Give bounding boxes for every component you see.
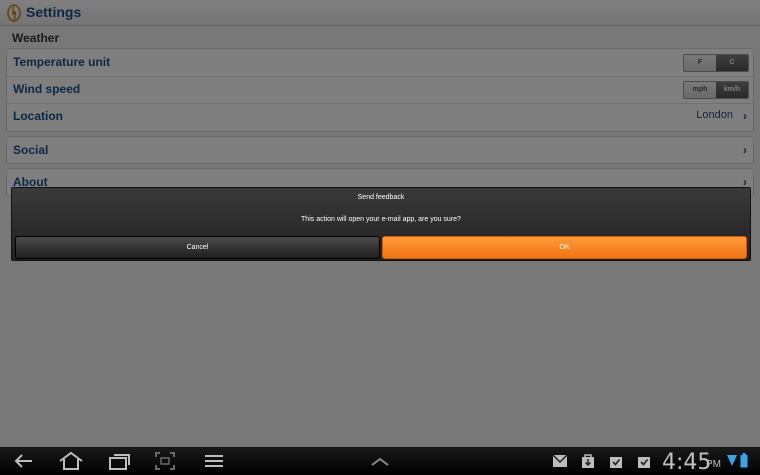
send-feedback-dialog: Send feedback This action will open your… (11, 187, 751, 261)
dialog-title: Send feedback (357, 194, 405, 201)
status-ampm: PM (706, 459, 721, 470)
recent-apps-icon[interactable] (108, 451, 132, 471)
download-complete-icon[interactable] (608, 453, 624, 469)
menu-icon[interactable] (203, 451, 225, 471)
wifi-icon (727, 455, 737, 466)
system-bar: 4:45 PM (0, 447, 760, 475)
cancel-button[interactable]: Cancel (15, 236, 380, 259)
battery-icon (740, 453, 748, 468)
home-icon[interactable] (58, 451, 84, 471)
market-update-icon[interactable] (580, 453, 596, 469)
status-clock[interactable]: 4:45 (662, 450, 711, 475)
dialog-message: This action will open your e-mail app, a… (301, 216, 461, 223)
chevron-up-icon[interactable] (369, 451, 391, 471)
ok-button[interactable]: OK (382, 236, 747, 259)
download-complete-icon[interactable] (636, 453, 652, 469)
screenshot-icon[interactable] (154, 451, 176, 471)
gmail-icon[interactable] (552, 454, 568, 468)
back-icon[interactable] (12, 451, 34, 471)
